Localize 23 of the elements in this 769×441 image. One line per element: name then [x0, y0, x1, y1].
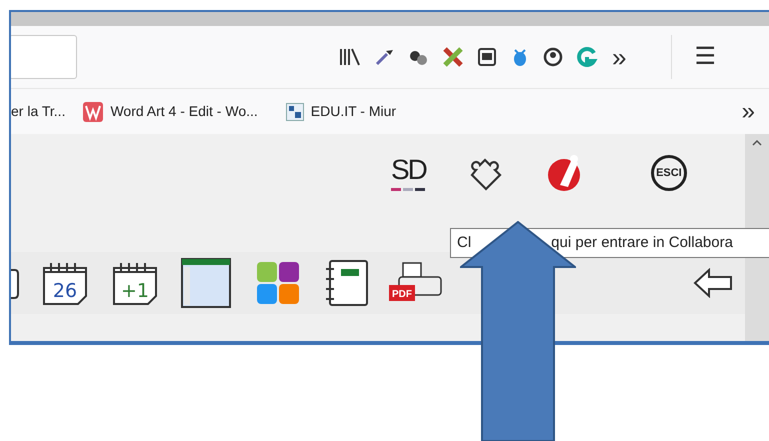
- letter-logo-icon: [83, 102, 104, 122]
- account-icon[interactable]: [543, 47, 563, 67]
- library-icon[interactable]: [339, 47, 361, 67]
- cross-icon[interactable]: [442, 46, 464, 68]
- overflow-button[interactable]: »: [612, 44, 626, 70]
- bookmark-link[interactable]: EDU.IT - Miur: [286, 101, 396, 122]
- window-icon[interactable]: [181, 258, 231, 308]
- left-arrow-icon[interactable]: [693, 268, 733, 298]
- g-logo-icon[interactable]: [576, 46, 598, 68]
- scroll-up-icon[interactable]: [752, 140, 762, 146]
- sd-logo[interactable]: SD: [391, 156, 426, 190]
- bookmarks-overflow-button[interactable]: »: [742, 100, 755, 124]
- bookmark-link[interactable]: Word Art 4 - Edit - Wo...: [83, 101, 258, 122]
- notebook-icon[interactable]: [325, 259, 369, 307]
- tooltip-text: Cl: [457, 232, 472, 253]
- eyedropper-icon[interactable]: [374, 47, 394, 67]
- menu-button[interactable]: ☰: [694, 45, 716, 69]
- exit-button[interactable]: ESCI: [650, 155, 687, 191]
- dictionary-icon[interactable]: [477, 47, 497, 67]
- tooltip-text: qui per entrare in Collabora: [551, 232, 733, 253]
- address-field[interactable]: [11, 35, 77, 79]
- bookmark-link[interactable]: er la Tr...: [11, 101, 66, 122]
- site-icon: [286, 102, 304, 120]
